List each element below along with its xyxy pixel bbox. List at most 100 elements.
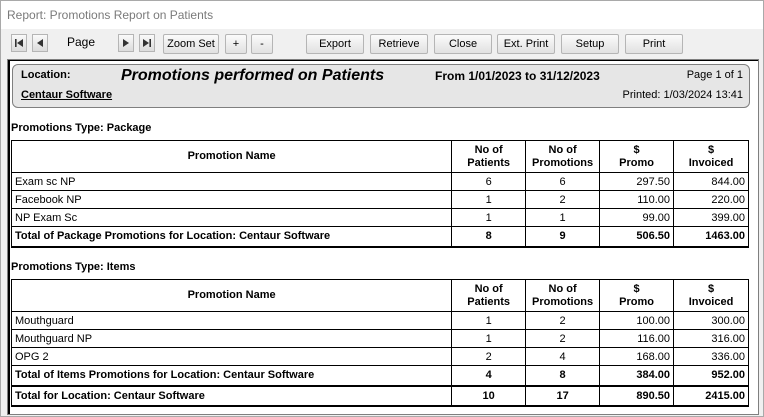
promotions-count: 1 bbox=[525, 208, 601, 227]
table-header-row: Promotion Name No of Patients No of Promot… bbox=[10, 279, 749, 312]
promo-amount: 100.00 bbox=[599, 311, 675, 330]
first-page-icon bbox=[15, 39, 23, 47]
promotion-name: NP Exam Sc bbox=[10, 208, 453, 227]
promo-amount: 116.00 bbox=[599, 329, 675, 348]
column-header-name: Promotion Name bbox=[10, 279, 453, 312]
last-page-icon bbox=[143, 39, 151, 47]
column-header-patients: No of Patients bbox=[451, 279, 527, 312]
invoiced-amount: 336.00 bbox=[673, 347, 749, 366]
promotion-name: OPG 2 bbox=[10, 347, 453, 366]
invoiced-amount: 399.00 bbox=[673, 208, 749, 227]
table-row: Exam sc NP 6 6 297.50 844.00 bbox=[10, 172, 749, 191]
report-title: Promotions performed on Patients bbox=[121, 67, 385, 84]
patients-count: 1 bbox=[451, 329, 527, 348]
promotion-name: Mouthguard bbox=[10, 311, 453, 330]
table-header-row: Promotion Name No of Patients No of Promot… bbox=[10, 140, 749, 173]
total-promo: 506.50 bbox=[599, 226, 675, 248]
items-table: Promotion Name No of Patients No of Promot… bbox=[10, 279, 749, 407]
last-page-button[interactable] bbox=[139, 34, 155, 52]
column-header-name: Promotion Name bbox=[10, 140, 453, 173]
package-total-row: Total of Package Promotions for Location… bbox=[10, 226, 749, 248]
promotions-count: 6 bbox=[525, 172, 601, 191]
total-promo: 384.00 bbox=[599, 365, 675, 387]
printed-date: Printed: 1/03/2024 13:41 bbox=[622, 89, 743, 101]
next-page-icon bbox=[123, 39, 129, 47]
total-patients: 8 bbox=[451, 226, 527, 248]
table-row: Mouthguard 1 2 100.00 300.00 bbox=[10, 311, 749, 330]
total-patients: 4 bbox=[451, 365, 527, 387]
location-name: Centaur Software bbox=[21, 89, 113, 101]
column-header-promotions: No of Promotions bbox=[525, 140, 601, 173]
report-header: Location: Promotions performed on Patien… bbox=[12, 64, 750, 108]
items-section-title: Promotions Type: Items bbox=[11, 261, 136, 273]
report-page: Location: Promotions performed on Patien… bbox=[7, 59, 759, 415]
grand-total-label: Total for Location: Centaur Software bbox=[10, 385, 453, 407]
items-total-row: Total of Items Promotions for Location: … bbox=[10, 365, 749, 387]
total-invoiced: 952.00 bbox=[673, 365, 749, 387]
total-promotions: 8 bbox=[525, 365, 601, 387]
print-button[interactable]: Print bbox=[625, 34, 683, 54]
promotion-name: Facebook NP bbox=[10, 190, 453, 209]
promo-amount: 110.00 bbox=[599, 190, 675, 209]
promotion-name: Exam sc NP bbox=[10, 172, 453, 191]
grand-total-promotions: 17 bbox=[525, 385, 601, 407]
column-header-promo: $ Promo bbox=[599, 279, 675, 312]
date-range: From 1/01/2023 to 31/12/2023 bbox=[435, 69, 600, 83]
ext-print-button[interactable]: Ext. Print bbox=[497, 34, 555, 54]
table-row: NP Exam Sc 1 1 99.00 399.00 bbox=[10, 208, 749, 227]
promotions-count: 2 bbox=[525, 329, 601, 348]
column-header-promo: $ Promo bbox=[599, 140, 675, 173]
invoiced-amount: 220.00 bbox=[673, 190, 749, 209]
location-label: Location: bbox=[21, 69, 71, 81]
zoom-set-button[interactable]: Zoom Set bbox=[163, 34, 219, 54]
title-bar: Report: Promotions Report on Patients bbox=[1, 1, 763, 29]
patients-count: 1 bbox=[451, 190, 527, 209]
previous-page-button[interactable] bbox=[32, 34, 48, 52]
column-header-promotions: No of Promotions bbox=[525, 279, 601, 312]
column-header-patients: No of Patients bbox=[451, 140, 527, 173]
setup-button[interactable]: Setup bbox=[561, 34, 619, 54]
patients-count: 1 bbox=[451, 311, 527, 330]
grand-total-patients: 10 bbox=[451, 385, 527, 407]
table-row: Mouthguard NP 1 2 116.00 316.00 bbox=[10, 329, 749, 348]
column-header-invoiced: $ Invoiced bbox=[673, 140, 749, 173]
first-page-button[interactable] bbox=[11, 34, 27, 52]
promo-amount: 297.50 bbox=[599, 172, 675, 191]
page-info: Page 1 of 1 bbox=[686, 69, 743, 81]
retrieve-button[interactable]: Retrieve bbox=[370, 34, 428, 54]
window-title: Report: Promotions Report on Patients bbox=[7, 8, 214, 22]
report-window: Report: Promotions Report on Patients Pa… bbox=[0, 0, 764, 417]
total-label: Total of Package Promotions for Location… bbox=[10, 226, 453, 248]
total-promotions: 9 bbox=[525, 226, 601, 248]
page-label: Page bbox=[67, 35, 96, 49]
patients-count: 6 bbox=[451, 172, 527, 191]
total-label: Total of Items Promotions for Location: … bbox=[10, 365, 453, 387]
zoom-in-button[interactable]: + bbox=[225, 34, 247, 54]
invoiced-amount: 300.00 bbox=[673, 311, 749, 330]
export-button[interactable]: Export bbox=[306, 34, 364, 54]
promo-amount: 99.00 bbox=[599, 208, 675, 227]
toolbar: Page Zoom Set + - Export Retrieve Close … bbox=[1, 29, 763, 59]
patients-count: 1 bbox=[451, 208, 527, 227]
zoom-out-button[interactable]: - bbox=[251, 34, 273, 54]
promotion-name: Mouthguard NP bbox=[10, 329, 453, 348]
location-total-row: Total for Location: Centaur Software 10 … bbox=[10, 385, 749, 407]
close-button[interactable]: Close bbox=[434, 34, 492, 54]
table-row: OPG 2 2 4 168.00 336.00 bbox=[10, 347, 749, 366]
patients-count: 2 bbox=[451, 347, 527, 366]
promotions-count: 2 bbox=[525, 311, 601, 330]
invoiced-amount: 316.00 bbox=[673, 329, 749, 348]
promo-amount: 168.00 bbox=[599, 347, 675, 366]
total-invoiced: 1463.00 bbox=[673, 226, 749, 248]
package-section-title: Promotions Type: Package bbox=[11, 122, 152, 134]
previous-page-icon bbox=[37, 39, 43, 47]
grand-total-invoiced: 2415.00 bbox=[673, 385, 749, 407]
column-header-invoiced: $ Invoiced bbox=[673, 279, 749, 312]
next-page-button[interactable] bbox=[118, 34, 134, 52]
package-table: Promotion Name No of Patients No of Promot… bbox=[10, 140, 749, 248]
promotions-count: 2 bbox=[525, 190, 601, 209]
invoiced-amount: 844.00 bbox=[673, 172, 749, 191]
promotions-count: 4 bbox=[525, 347, 601, 366]
grand-total-promo: 890.50 bbox=[599, 385, 675, 407]
table-row: Facebook NP 1 2 110.00 220.00 bbox=[10, 190, 749, 209]
